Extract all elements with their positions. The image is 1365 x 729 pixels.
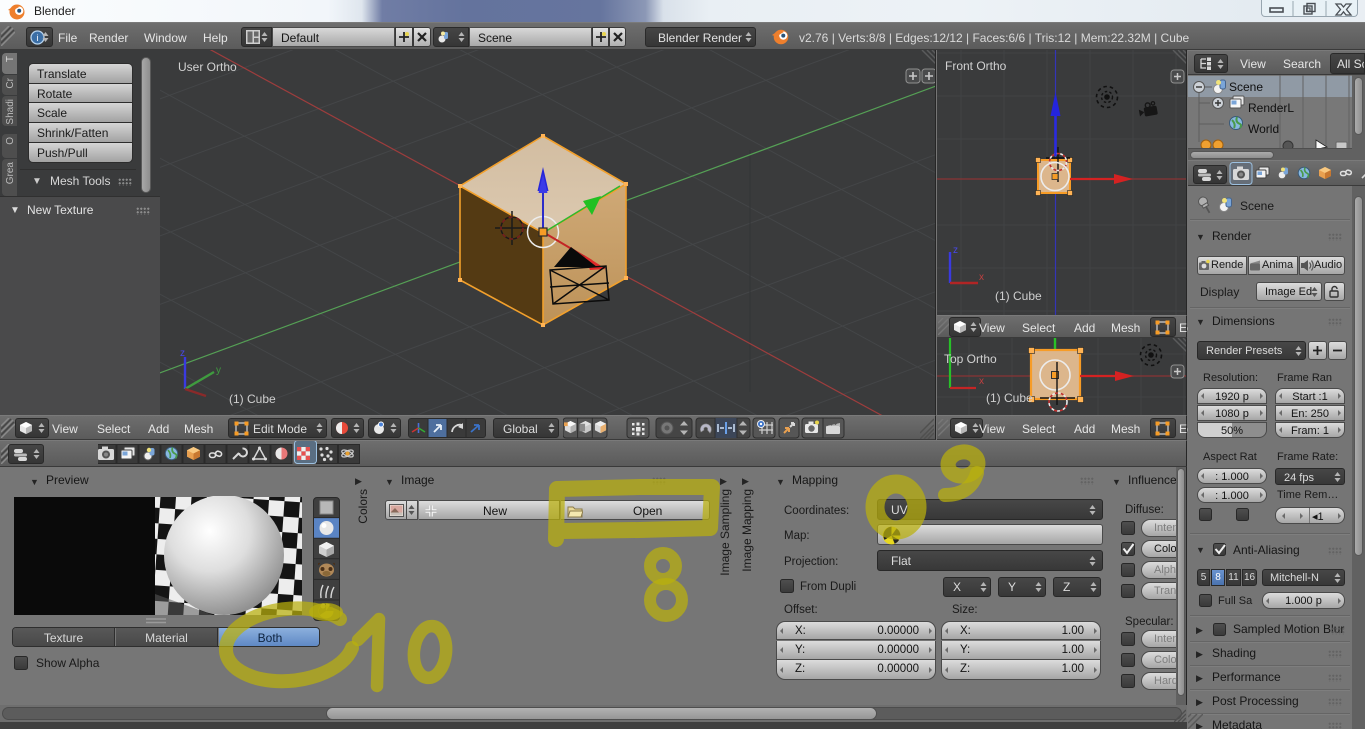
svg-text:i: i (37, 33, 39, 43)
svg-text:User Ortho: User Ortho (178, 60, 237, 74)
svg-text:Grea: Grea (5, 162, 16, 185)
svg-text:World: World (1248, 122, 1279, 136)
svg-text:x: x (979, 376, 984, 387)
svg-text:(1) Cube: (1) Cube (229, 392, 276, 406)
svg-text:(1) Cube: (1) Cube (995, 289, 1042, 303)
svg-text:x: x (979, 272, 984, 283)
svg-text:Shadi: Shadi (5, 99, 16, 125)
svg-text:Scene: Scene (1229, 80, 1263, 94)
svg-text:z: z (180, 348, 185, 359)
svg-text:y: y (216, 365, 221, 376)
svg-text:Front Ortho: Front Ortho (945, 59, 1007, 73)
svg-text:O: O (5, 137, 16, 145)
svg-text:T: T (5, 56, 16, 62)
svg-text:Cr: Cr (5, 77, 16, 88)
svg-text:(1) Cube: (1) Cube (986, 391, 1033, 405)
svg-text:z: z (953, 245, 958, 256)
svg-text:Top Ortho: Top Ortho (944, 352, 997, 366)
svg-text:RenderL: RenderL (1248, 101, 1294, 115)
